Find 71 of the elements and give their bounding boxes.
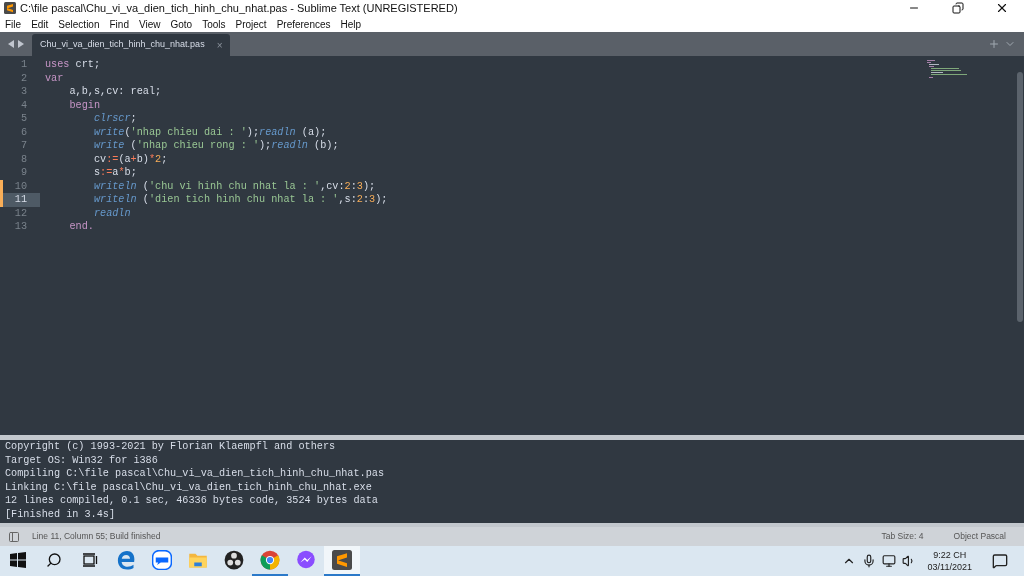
output-line: Copyright (c) 1993-2021 by Florian Klaempfl and others — [5, 440, 337, 454]
line-number: 11 — [3, 193, 40, 207]
menu-item[interactable]: Tools — [202, 16, 226, 32]
tab-close-button[interactable]: × — [216, 37, 223, 53]
clock-date: 03/11/2021 — [927, 561, 972, 573]
line-number: 4 — [19, 98, 28, 112]
window-title: C:\file pascal\Chu_vi_va_dien_tich_hinh_chu_nhat.pas - Sublime Text (UNREGISTERED) — [20, 0, 458, 16]
menu-item[interactable]: Help — [340, 16, 362, 32]
code-line: readln — [92, 206, 132, 220]
microphone-icon[interactable] — [861, 554, 876, 568]
menu-item[interactable]: View — [138, 16, 161, 32]
scrollbar-thumb[interactable] — [1017, 72, 1023, 322]
minimap-drawing — [927, 60, 967, 80]
output-line: Target OS: Win32 for i386 — [5, 453, 159, 467]
code-line: s:=a*b; — [92, 166, 138, 180]
network-icon[interactable] — [881, 554, 896, 568]
output-line: Linking C:\file pascal\Chu_vi_va_dien_tich_hinh_chu_nhat.exe — [5, 480, 373, 494]
status-message: Line 11, Column 55; Build finished — [32, 530, 161, 543]
line-number: 13 — [13, 220, 28, 234]
task-view-icon — [82, 552, 98, 568]
code-line: begin — [68, 98, 102, 112]
output-line: Compiling C:\file pascal\Chu_vi_va_dien_tich_hinh_chu_nhat.pas — [5, 467, 386, 481]
line-number: 2 — [19, 71, 28, 85]
menu-item[interactable]: Project — [235, 16, 267, 32]
sublime-icon — [332, 550, 352, 570]
output-line: [Finished in 3.4s] — [5, 507, 117, 521]
line-number: 8 — [19, 152, 28, 166]
line-number: 6 — [19, 125, 28, 139]
code-line: end. — [68, 220, 95, 234]
menu-item[interactable]: Edit — [31, 16, 49, 32]
line-number: 7 — [19, 139, 28, 153]
chat-app-icon — [152, 550, 172, 570]
menu-item[interactable]: Preferences — [276, 16, 331, 32]
code-line: writeln ('dien tich hinh chu nhat la : ',s:2:3); — [92, 193, 389, 207]
line-number: 9 — [19, 166, 28, 180]
menu-item[interactable]: Selection — [58, 16, 100, 32]
app-logo-icon — [4, 2, 16, 14]
code-line: uses crt; — [45, 58, 102, 72]
code-line: var — [45, 71, 65, 85]
windows-icon — [10, 552, 26, 568]
notifications-icon[interactable] — [992, 553, 1008, 569]
menu-item[interactable]: Find — [109, 16, 129, 32]
messenger-icon — [296, 550, 316, 570]
menu-item[interactable]: File — [5, 16, 22, 32]
code-line: writeln ('chu vi hinh chu nhat la : ',cv:2:3); — [92, 179, 377, 193]
close-icon[interactable] — [995, 1, 1009, 15]
line-number: 1 — [19, 58, 28, 72]
code-line: cv:=(a+b)*2; — [92, 152, 169, 166]
line-number: 3 — [19, 85, 28, 99]
line-number: 10 — [13, 179, 28, 193]
browser-e-icon — [116, 550, 136, 570]
search-icon — [46, 552, 62, 568]
restore-icon[interactable] — [952, 2, 964, 14]
record-app-icon — [224, 550, 244, 570]
panel-toggle-icon[interactable] — [8, 530, 20, 543]
syntax-indicator[interactable]: Object Pascal — [953, 530, 1006, 543]
clock-time: 9:22 CH — [933, 549, 967, 561]
tab-nav-arrows-icon[interactable] — [8, 40, 24, 48]
browser-ring-icon — [260, 550, 280, 570]
code-line: clrscr; — [92, 112, 138, 126]
taskbar-button[interactable] — [324, 546, 360, 576]
clock[interactable]: 9:22 CH 03/11/2021 — [923, 549, 976, 573]
line-number: 5 — [19, 112, 28, 126]
line-number: 12 — [13, 206, 28, 220]
output-line: 12 lines compiled, 0.1 sec, 46336 bytes code, 3524 bytes data — [5, 494, 379, 508]
code-line: write('nhap chieu dai : ');readln (a); — [92, 125, 328, 139]
code-line: a,b,s,cv: real; — [68, 85, 163, 99]
tab-size-indicator[interactable]: Tab Size: 4 — [881, 530, 924, 543]
file-tab[interactable]: Chu_vi_va_dien_tich_hinh_chu_nhat.pas × — [32, 34, 231, 56]
menu-item[interactable]: Goto — [170, 16, 193, 32]
code-line: write ('nhap chieu rong : ');readln (b); — [92, 139, 340, 153]
